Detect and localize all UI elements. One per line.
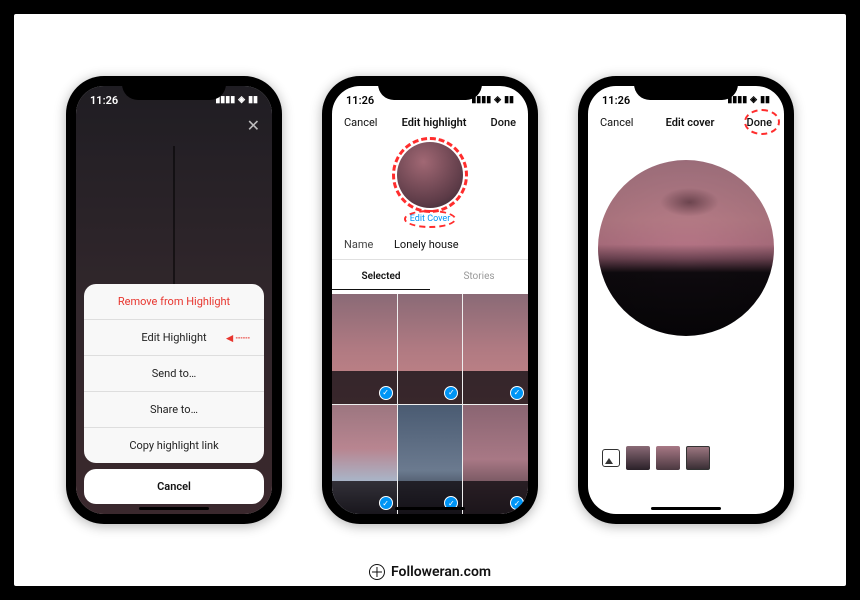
- battery-icon: ▮▮: [760, 95, 770, 105]
- cover-section: Edit Cover: [332, 142, 528, 224]
- tab-stories[interactable]: Stories: [430, 264, 528, 290]
- wifi-icon: ◈: [494, 95, 501, 105]
- notch: [122, 76, 226, 100]
- check-icon: ✓: [379, 386, 393, 400]
- battery-icon: ▮▮: [248, 95, 258, 105]
- home-indicator: [651, 507, 721, 510]
- cover-preview[interactable]: [397, 142, 463, 208]
- nav-header: Cancel Edit cover Done: [588, 116, 784, 129]
- check-icon: ✓: [444, 386, 458, 400]
- wifi-icon: ◈: [750, 95, 757, 105]
- edit-highlight-label: Edit Highlight: [141, 331, 206, 344]
- screen-1: 11:26 ▮▮▮▮ ◈ ▮▮ ✕ Remove from Highlight: [76, 86, 272, 514]
- annotation-ring-small: [404, 210, 457, 228]
- thumbnail[interactable]: ✓: [398, 294, 463, 404]
- phone-3: 11:26 ▮▮▮▮ ◈ ▮▮ Cancel Edit cover Done: [578, 76, 794, 524]
- page-title: Edit highlight: [402, 116, 467, 129]
- page-title: Edit cover: [666, 116, 715, 129]
- pointer-icon: ◄┄┄: [224, 331, 250, 345]
- done-label: Done: [747, 116, 772, 129]
- screen-3: 11:26 ▮▮▮▮ ◈ ▮▮ Cancel Edit cover Done: [588, 86, 784, 514]
- thumbnail[interactable]: ✓: [463, 405, 528, 515]
- name-label: Name: [344, 238, 394, 251]
- action-sheet: Remove from Highlight Edit Highlight ◄┄┄…: [84, 284, 264, 504]
- status-time: 11:26: [346, 94, 374, 107]
- tree-silhouette: [173, 146, 175, 296]
- check-icon: ✓: [510, 496, 524, 510]
- watermark: Followeran.com: [369, 564, 491, 580]
- screen-2: 11:26 ▮▮▮▮ ◈ ▮▮ Cancel Edit highlight Do…: [332, 86, 528, 514]
- sheet-options: Remove from Highlight Edit Highlight ◄┄┄…: [84, 284, 264, 463]
- cancel-button[interactable]: Cancel: [600, 116, 633, 129]
- mini-thumbnail-selected[interactable]: [686, 446, 710, 470]
- share-to-button[interactable]: Share to…: [84, 391, 264, 427]
- notch: [378, 76, 482, 100]
- tab-selected[interactable]: Selected: [332, 264, 430, 290]
- home-indicator: [139, 507, 209, 510]
- status-time: 11:26: [90, 94, 118, 107]
- thumbnail[interactable]: ✓: [463, 294, 528, 404]
- phones-row: 11:26 ▮▮▮▮ ◈ ▮▮ ✕ Remove from Highlight: [26, 56, 834, 544]
- copy-highlight-link-button[interactable]: Copy highlight link: [84, 427, 264, 463]
- thumbnail[interactable]: ✓: [332, 294, 397, 404]
- cancel-button[interactable]: Cancel: [84, 469, 264, 504]
- status-icons: ▮▮▮▮ ◈ ▮▮: [215, 95, 258, 105]
- story-header: ✕: [88, 116, 260, 135]
- cover-crop-preview[interactable]: [598, 160, 774, 336]
- thumbnail[interactable]: ✓: [332, 405, 397, 515]
- watermark-text: Followeran.com: [391, 564, 491, 580]
- annotation-ring: [392, 137, 468, 213]
- name-field-row: Name Lonely house: [332, 238, 528, 260]
- battery-icon: ▮▮: [504, 95, 514, 105]
- phone-1: 11:26 ▮▮▮▮ ◈ ▮▮ ✕ Remove from Highlight: [66, 76, 282, 524]
- close-icon[interactable]: ✕: [247, 116, 260, 135]
- gallery-icon[interactable]: [602, 449, 620, 467]
- canvas-frame: 11:26 ▮▮▮▮ ◈ ▮▮ ✕ Remove from Highlight: [14, 14, 846, 586]
- globe-icon: [369, 564, 385, 580]
- nav-header: Cancel Edit highlight Done: [332, 116, 528, 129]
- wifi-icon: ◈: [238, 95, 245, 105]
- tabs: Selected Stories: [332, 264, 528, 290]
- edit-cover-link[interactable]: Edit Cover: [410, 214, 451, 224]
- thumbnails-grid: ✓ ✓ ✓ ✓ ✓ ✓: [332, 294, 528, 514]
- status-time: 11:26: [602, 94, 630, 107]
- edit-highlight-button[interactable]: Edit Highlight ◄┄┄: [84, 319, 264, 355]
- send-to-button[interactable]: Send to…: [84, 355, 264, 391]
- notch: [634, 76, 738, 100]
- mini-thumbnail[interactable]: [626, 446, 650, 470]
- thumbnail[interactable]: ✓: [398, 405, 463, 515]
- done-button[interactable]: Done: [491, 116, 516, 129]
- cancel-button[interactable]: Cancel: [344, 116, 377, 129]
- check-icon: ✓: [379, 496, 393, 510]
- source-thumbnails: [602, 446, 710, 470]
- mini-thumbnail[interactable]: [656, 446, 680, 470]
- phone-2: 11:26 ▮▮▮▮ ◈ ▮▮ Cancel Edit highlight Do…: [322, 76, 538, 524]
- status-icons: ▮▮▮▮ ◈ ▮▮: [727, 95, 770, 105]
- remove-from-highlight-button[interactable]: Remove from Highlight: [84, 284, 264, 319]
- check-icon: ✓: [510, 386, 524, 400]
- done-button[interactable]: Done: [747, 116, 772, 129]
- name-input[interactable]: Lonely house: [394, 238, 459, 251]
- status-icons: ▮▮▮▮ ◈ ▮▮: [471, 95, 514, 105]
- home-indicator: [395, 507, 465, 510]
